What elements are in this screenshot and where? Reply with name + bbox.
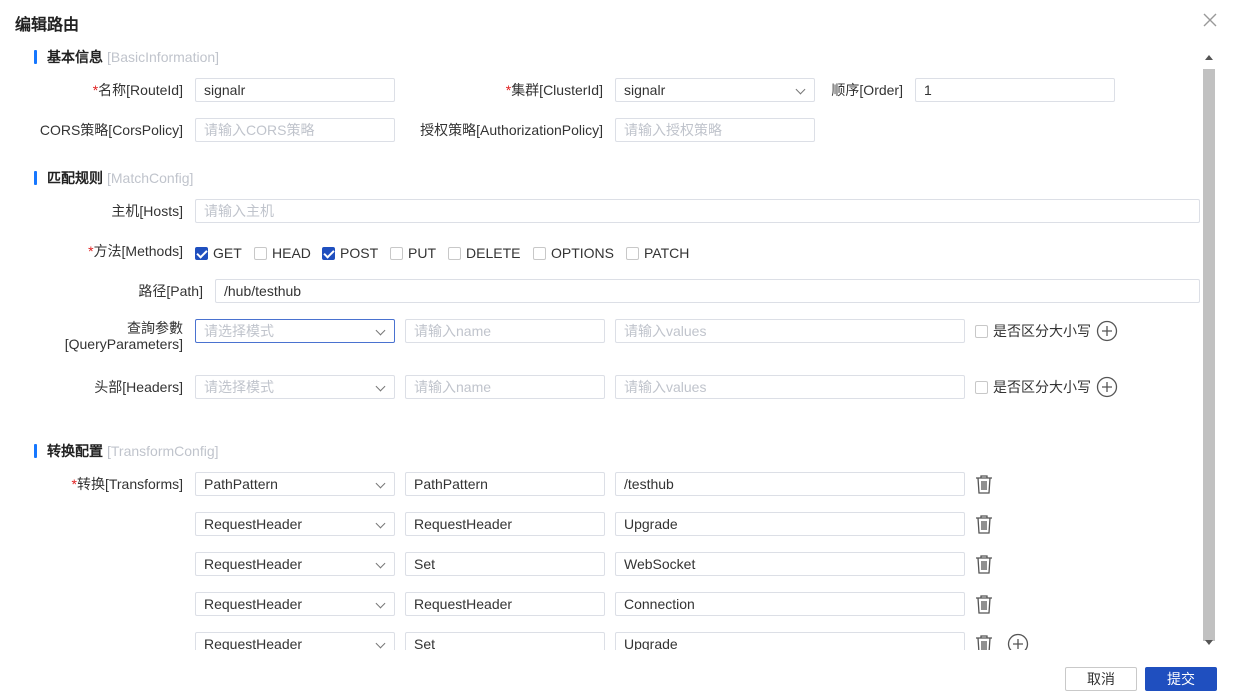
chevron-down-icon (375, 598, 386, 609)
method-head-checkbox[interactable]: HEAD (254, 245, 311, 261)
edit-route-dialog: 编辑路由 基本信息 [BasicInformation] *名称[RouteId]… (0, 0, 1241, 697)
delete-transform-icon[interactable] (975, 474, 993, 494)
headers-case-checkbox[interactable]: 是否区分大小写 (975, 377, 1091, 397)
order-label: 顺序[Order] (831, 82, 903, 98)
query-mode-select[interactable]: 请选择模式 (195, 319, 395, 343)
auth-input[interactable]: 请输入授权策略 (615, 118, 815, 142)
headers-name-input[interactable]: 请输入name (405, 375, 605, 399)
query-label: 查詢参數 (127, 320, 183, 336)
query-case-checkbox[interactable]: 是否区分大小写 (975, 321, 1091, 341)
headers-label: 头部[Headers] (94, 379, 183, 395)
vertical-scrollbar[interactable] (1201, 50, 1217, 650)
transform-type-select[interactable]: RequestHeader (195, 632, 395, 650)
chevron-down-icon (375, 478, 386, 489)
submit-button[interactable]: 提交 (1145, 667, 1217, 691)
transform-key-input[interactable]: Set (405, 552, 605, 576)
transform-key-input[interactable]: PathPattern (405, 472, 605, 496)
transform-type-select[interactable]: RequestHeader (195, 552, 395, 576)
transform-key-input[interactable]: RequestHeader (405, 512, 605, 536)
transform-type-select[interactable]: RequestHeader (195, 512, 395, 536)
delete-transform-icon[interactable] (975, 554, 993, 574)
section-match-config: 匹配规则 [MatchConfig] (34, 168, 193, 188)
dialog-body: 基本信息 [BasicInformation] *名称[RouteId] sign… (0, 42, 1218, 650)
auth-label: 授权策略[AuthorizationPolicy] (420, 122, 603, 138)
path-input[interactable]: /hub/testhub (215, 279, 1200, 303)
close-icon[interactable] (1202, 12, 1218, 28)
order-input[interactable]: 1 (915, 78, 1115, 102)
query-name-input[interactable]: 请输入name (405, 319, 605, 343)
query-values-input[interactable]: 请输入values (615, 319, 965, 343)
cancel-button[interactable]: 取消 (1065, 667, 1137, 691)
cluster-id-select[interactable]: signalr (615, 78, 815, 102)
transform-key-input[interactable]: Set (405, 632, 605, 650)
add-header-icon[interactable] (1096, 376, 1118, 398)
cors-input[interactable]: 请输入CORS策略 (195, 118, 395, 142)
scroll-down-icon (1205, 640, 1213, 645)
section-basic-info: 基本信息 [BasicInformation] (34, 47, 219, 67)
dialog-title: 编辑路由 (15, 17, 80, 34)
method-delete-checkbox[interactable]: DELETE (448, 245, 520, 261)
chevron-down-icon (375, 518, 386, 529)
scroll-up-icon (1205, 55, 1213, 60)
delete-transform-icon[interactable] (975, 514, 993, 534)
route-id-input[interactable]: signalr (195, 78, 395, 102)
delete-transform-icon[interactable] (975, 634, 993, 650)
method-post-checkbox[interactable]: POST (322, 245, 378, 261)
transforms-label: *转换[Transforms] (71, 476, 184, 492)
transform-key-input[interactable]: RequestHeader (405, 592, 605, 616)
transform-type-select[interactable]: PathPattern (195, 472, 395, 496)
cors-label: CORS策略[CorsPolicy] (39, 122, 183, 138)
hosts-label: 主机[Hosts] (111, 203, 183, 219)
transform-value-input[interactable]: Upgrade (615, 632, 965, 650)
cluster-id-label: *集群[ClusterId] (505, 82, 603, 98)
add-transform-icon[interactable] (1007, 633, 1029, 650)
query-label-en: [QueryParameters] (64, 336, 183, 352)
chevron-down-icon (375, 325, 386, 336)
method-get-checkbox[interactable]: GET (195, 245, 242, 261)
path-label: 路径[Path] (138, 283, 203, 299)
add-query-icon[interactable] (1096, 320, 1118, 342)
scroll-thumb (1203, 69, 1215, 641)
chevron-down-icon (375, 558, 386, 569)
methods-label: *方法[Methods] (88, 243, 183, 259)
delete-transform-icon[interactable] (975, 594, 993, 614)
method-options-checkbox[interactable]: OPTIONS (533, 245, 614, 261)
section-transform-config: 转换配置 [TransformConfig] (34, 441, 219, 461)
route-id-label: *名称[RouteId] (92, 82, 183, 98)
transform-value-input[interactable]: /testhub (615, 472, 965, 496)
hosts-input[interactable]: 请输入主机 (195, 199, 1200, 223)
method-patch-checkbox[interactable]: PATCH (626, 245, 689, 261)
transform-value-input[interactable]: WebSocket (615, 552, 965, 576)
method-put-checkbox[interactable]: PUT (390, 245, 436, 261)
transform-value-input[interactable]: Upgrade (615, 512, 965, 536)
headers-mode-select[interactable]: 请选择模式 (195, 375, 395, 399)
chevron-down-icon (375, 638, 386, 649)
headers-values-input[interactable]: 请输入values (615, 375, 965, 399)
transform-value-input[interactable]: Connection (615, 592, 965, 616)
chevron-down-icon (795, 84, 806, 95)
chevron-down-icon (375, 381, 386, 392)
transform-type-select[interactable]: RequestHeader (195, 592, 395, 616)
